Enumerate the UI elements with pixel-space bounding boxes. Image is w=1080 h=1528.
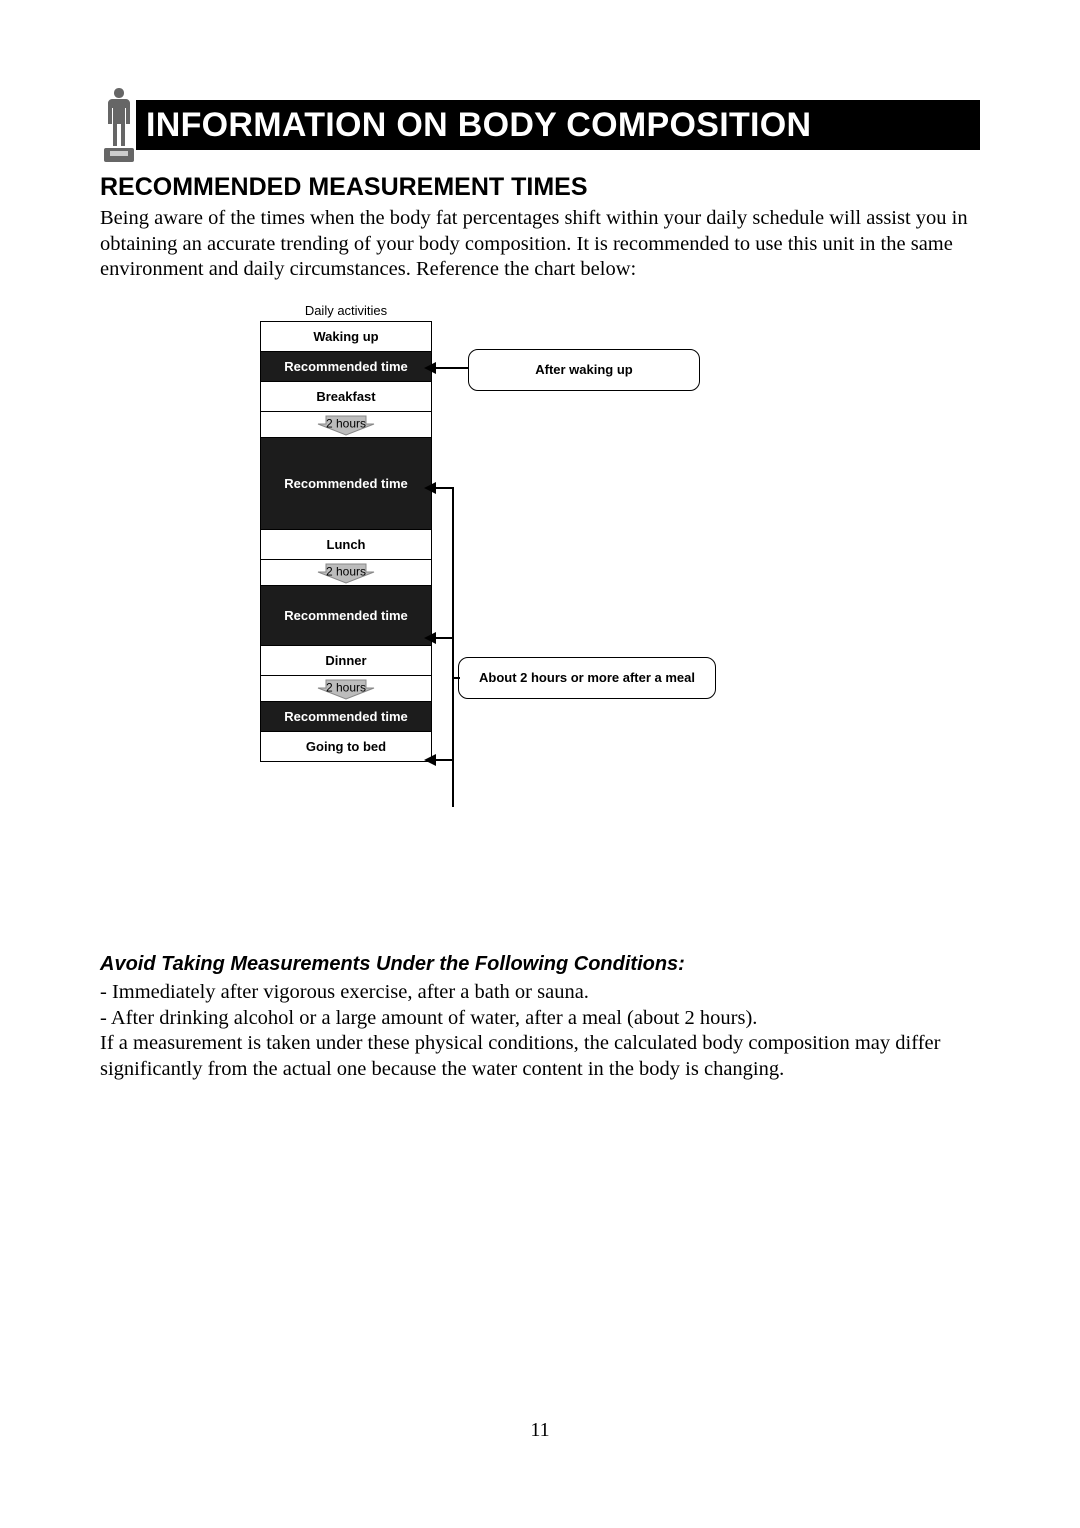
row-recommended-4: Recommended time	[261, 701, 431, 731]
section-heading-times: RECOMMENDED MEASUREMENT TIMES	[100, 173, 980, 202]
row-breakfast: Breakfast	[261, 381, 431, 411]
row-lunch: Lunch	[261, 529, 431, 559]
title-row: INFORMATION ON BODY COMPOSITION	[100, 100, 980, 155]
row-wait-2: 2 hours	[261, 559, 431, 585]
wait-label: 2 hours	[326, 565, 366, 579]
row-waking-up: Waking up	[261, 321, 431, 351]
page-number: 11	[0, 1419, 1080, 1442]
arrow-left-icon	[424, 632, 436, 644]
row-dinner: Dinner	[261, 645, 431, 675]
connector-line	[434, 637, 454, 639]
measurement-chart: Daily activities Waking up Recommended t…	[100, 305, 980, 925]
avoid-line-2: - After drinking alcohol or a large amou…	[100, 1006, 980, 1032]
avoid-line-1: - Immediately after vigorous exercise, a…	[100, 980, 980, 1006]
row-wait-3: 2 hours	[261, 675, 431, 701]
connector-endcap	[452, 759, 454, 761]
avoid-line-3: If a measurement is taken under these ph…	[100, 1031, 980, 1082]
connector-line	[434, 367, 468, 369]
row-wait-1: 2 hours	[261, 411, 431, 437]
arrow-left-icon	[424, 482, 436, 494]
row-recommended-3: Recommended time	[261, 585, 431, 645]
chart-column-header: Daily activities	[260, 303, 432, 318]
arrow-left-icon	[424, 362, 436, 374]
row-recommended-1: Recommended time	[261, 351, 431, 381]
chart-left-column: Waking up Recommended time Breakfast 2 h…	[260, 321, 432, 762]
row-going-to-bed: Going to bed	[261, 731, 431, 761]
page-title: INFORMATION ON BODY COMPOSITION	[136, 100, 980, 150]
arrow-left-icon	[424, 754, 436, 766]
person-scale-icon	[100, 88, 138, 166]
callout-after-meal: About 2 hours or more after a meal	[458, 657, 716, 699]
connector-line	[434, 487, 454, 489]
wait-label: 2 hours	[326, 417, 366, 431]
page: INFORMATION ON BODY COMPOSITION RECOMMEN…	[0, 0, 1080, 1082]
connector-line	[434, 759, 454, 761]
connector-line	[452, 677, 460, 679]
row-recommended-2: Recommended time	[261, 437, 431, 529]
callout-after-waking: After waking up	[468, 349, 700, 391]
intro-paragraph: Being aware of the times when the body f…	[100, 206, 980, 283]
wait-label: 2 hours	[326, 681, 366, 695]
avoid-heading: Avoid Taking Measurements Under the Foll…	[100, 953, 980, 976]
